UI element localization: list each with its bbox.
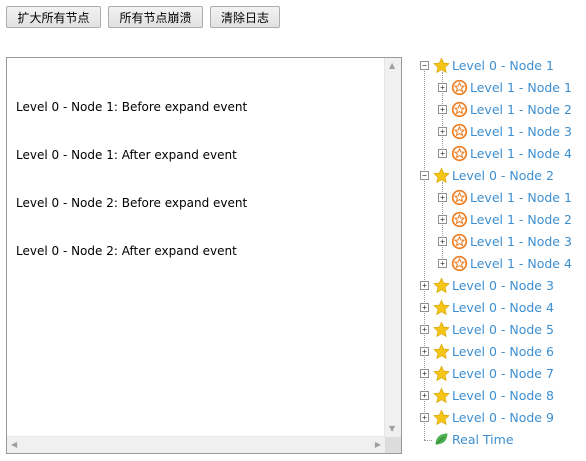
tree-node-label[interactable]: Level 0 - Node 3 — [452, 278, 554, 294]
event-log-box[interactable]: Level 0 - Node 1: Before expand event Le… — [6, 57, 402, 454]
tree-node[interactable]: + Level 0 - Node 7 — [420, 363, 586, 385]
expand-toggle-icon[interactable]: + — [420, 281, 429, 290]
badge-icon — [451, 123, 468, 140]
badge-icon — [451, 211, 468, 228]
tree-node[interactable]: + Level 1 - Node 2 — [438, 99, 586, 121]
tree-node-label[interactable]: Level 1 - Node 1 — [470, 190, 572, 206]
expand-toggle-icon[interactable]: + — [438, 215, 447, 224]
star-icon — [433, 57, 450, 74]
tree-node-label[interactable]: Level 0 - Node 5 — [452, 322, 554, 338]
star-icon — [433, 343, 450, 360]
expand-toggle-icon[interactable]: + — [438, 83, 447, 92]
tree-node[interactable]: + Level 0 - Node 3 — [420, 275, 586, 297]
badge-icon — [451, 101, 468, 118]
badge-icon — [451, 145, 468, 162]
tree-node-label[interactable]: Level 0 - Node 7 — [452, 366, 554, 382]
star-icon — [433, 321, 450, 338]
expand-toggle-icon[interactable]: + — [420, 369, 429, 378]
tree-node[interactable]: + Level 1 - Node 2 — [438, 209, 586, 231]
tree-node-label[interactable]: Level 0 - Node 2 — [452, 168, 554, 184]
star-icon — [433, 387, 450, 404]
tree-node-label[interactable]: Level 0 - Node 8 — [452, 388, 554, 404]
tree-node-label[interactable]: Level 1 - Node 1 — [470, 80, 572, 96]
star-icon — [433, 365, 450, 382]
tree-node[interactable]: + Level 0 - Node 4 — [420, 297, 586, 319]
vertical-scrollbar[interactable]: ▲ ▼ — [384, 58, 401, 437]
expand-toggle-icon[interactable]: + — [438, 237, 447, 246]
collapse-all-button[interactable]: 所有节点崩溃 — [108, 6, 203, 28]
expand-toggle-icon[interactable]: + — [438, 259, 447, 268]
tree-node-label[interactable]: Level 0 - Node 1 — [452, 58, 554, 74]
tree-node[interactable]: + Level 0 - Node 8 — [420, 385, 586, 407]
badge-icon — [451, 189, 468, 206]
log-line: Level 0 - Node 2: After expand event — [16, 244, 237, 258]
tree-node-label[interactable]: Level 1 - Node 3 — [470, 234, 572, 250]
tree-node[interactable]: + Level 1 - Node 3 — [438, 121, 586, 143]
tree-node-label[interactable]: Level 1 - Node 2 — [470, 102, 572, 118]
scroll-up-arrow-icon[interactable]: ▲ — [389, 62, 395, 70]
scroll-down-arrow-icon[interactable]: ▼ — [389, 425, 395, 433]
expand-toggle-icon[interactable]: + — [438, 193, 447, 202]
tree-node[interactable]: + Level 1 - Node 4 — [438, 253, 586, 275]
badge-icon — [451, 255, 468, 272]
tree-node[interactable]: Real Time — [420, 429, 586, 451]
expand-toggle-icon[interactable]: + — [420, 303, 429, 312]
tree-node[interactable]: + Level 1 - Node 1 — [438, 77, 586, 99]
tree-node-label[interactable]: Level 0 - Node 9 — [452, 410, 554, 426]
expand-toggle-icon[interactable]: + — [420, 325, 429, 334]
tree-node-label[interactable]: Level 1 - Node 2 — [470, 212, 572, 228]
tree-node[interactable]: − Level 0 - Node 2 — [420, 165, 586, 187]
log-line: Level 0 - Node 2: Before expand event — [16, 196, 248, 210]
tree-node[interactable]: + Level 1 - Node 1 — [438, 187, 586, 209]
tree-node[interactable]: + Level 1 - Node 4 — [438, 143, 586, 165]
tree-node-label[interactable]: Real Time — [452, 432, 514, 448]
scrollbar-corner — [385, 437, 401, 453]
expand-toggle-icon[interactable]: + — [438, 105, 447, 114]
horizontal-scrollbar[interactable]: ◀ ▶ — [7, 436, 385, 453]
log-line: Level 0 - Node 1: Before expand event — [16, 100, 248, 114]
log-line: Level 0 - Node 1: After expand event — [16, 148, 237, 162]
star-icon — [433, 299, 450, 316]
tree-node[interactable]: + Level 0 - Node 9 — [420, 407, 586, 429]
event-log-text: Level 0 - Node 1: Before expand event Le… — [16, 67, 383, 291]
expand-toggle-icon[interactable]: + — [420, 413, 429, 422]
collapse-toggle-icon[interactable]: − — [420, 171, 429, 180]
collapse-toggle-icon[interactable]: − — [420, 61, 429, 70]
clear-log-button[interactable]: 清除日志 — [210, 6, 280, 28]
tree-node-label[interactable]: Level 1 - Node 3 — [470, 124, 572, 140]
expand-toggle-icon[interactable]: + — [420, 391, 429, 400]
tree-node[interactable]: + Level 1 - Node 3 — [438, 231, 586, 253]
expand-toggle-icon[interactable]: + — [438, 127, 447, 136]
star-icon — [433, 167, 450, 184]
badge-icon — [451, 233, 468, 250]
expand-toggle-icon[interactable]: + — [438, 149, 447, 158]
tree-view: − Level 0 - Node 1 + Level 1 - Node 1 + Level… — [410, 55, 586, 455]
expand-all-button[interactable]: 扩大所有节点 — [6, 6, 101, 28]
scroll-right-arrow-icon[interactable]: ▶ — [375, 441, 381, 449]
leaf-icon — [433, 431, 450, 448]
tree-node[interactable]: − Level 0 - Node 1 — [420, 55, 586, 77]
star-icon — [433, 409, 450, 426]
tree-node[interactable]: + Level 0 - Node 6 — [420, 341, 586, 363]
tree-node-label[interactable]: Level 1 - Node 4 — [470, 146, 572, 162]
badge-icon — [451, 79, 468, 96]
expand-toggle-icon[interactable]: + — [420, 347, 429, 356]
tree-node-label[interactable]: Level 0 - Node 6 — [452, 344, 554, 360]
star-icon — [433, 277, 450, 294]
scroll-left-arrow-icon[interactable]: ◀ — [11, 441, 17, 449]
tree-node-label[interactable]: Level 1 - Node 4 — [470, 256, 572, 272]
tree-node[interactable]: + Level 0 - Node 5 — [420, 319, 586, 341]
tree-node-label[interactable]: Level 0 - Node 4 — [452, 300, 554, 316]
